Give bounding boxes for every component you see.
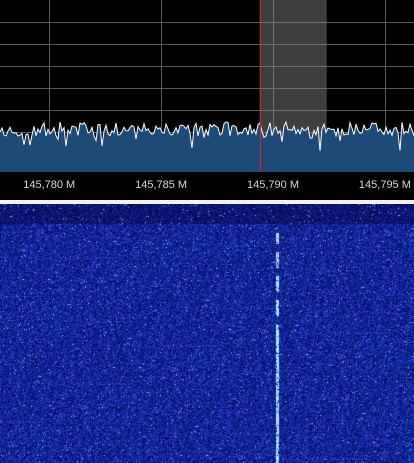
frequency-tick-label: 145,780 M xyxy=(23,179,76,191)
sdr-display: 145,780 M 145,785 M 145,790 M 145,795 M xyxy=(0,0,414,463)
frequency-tick-label: 145,785 M xyxy=(135,179,188,191)
waterfall-panel[interactable] xyxy=(0,204,414,463)
frequency-tick-label: 145,795 M xyxy=(358,179,411,191)
frequency-tick-label: 145,790 M xyxy=(247,179,300,191)
frequency-axis[interactable]: 145,780 M 145,785 M 145,790 M 145,795 M xyxy=(0,172,414,200)
spectrum-panel[interactable] xyxy=(0,0,414,172)
